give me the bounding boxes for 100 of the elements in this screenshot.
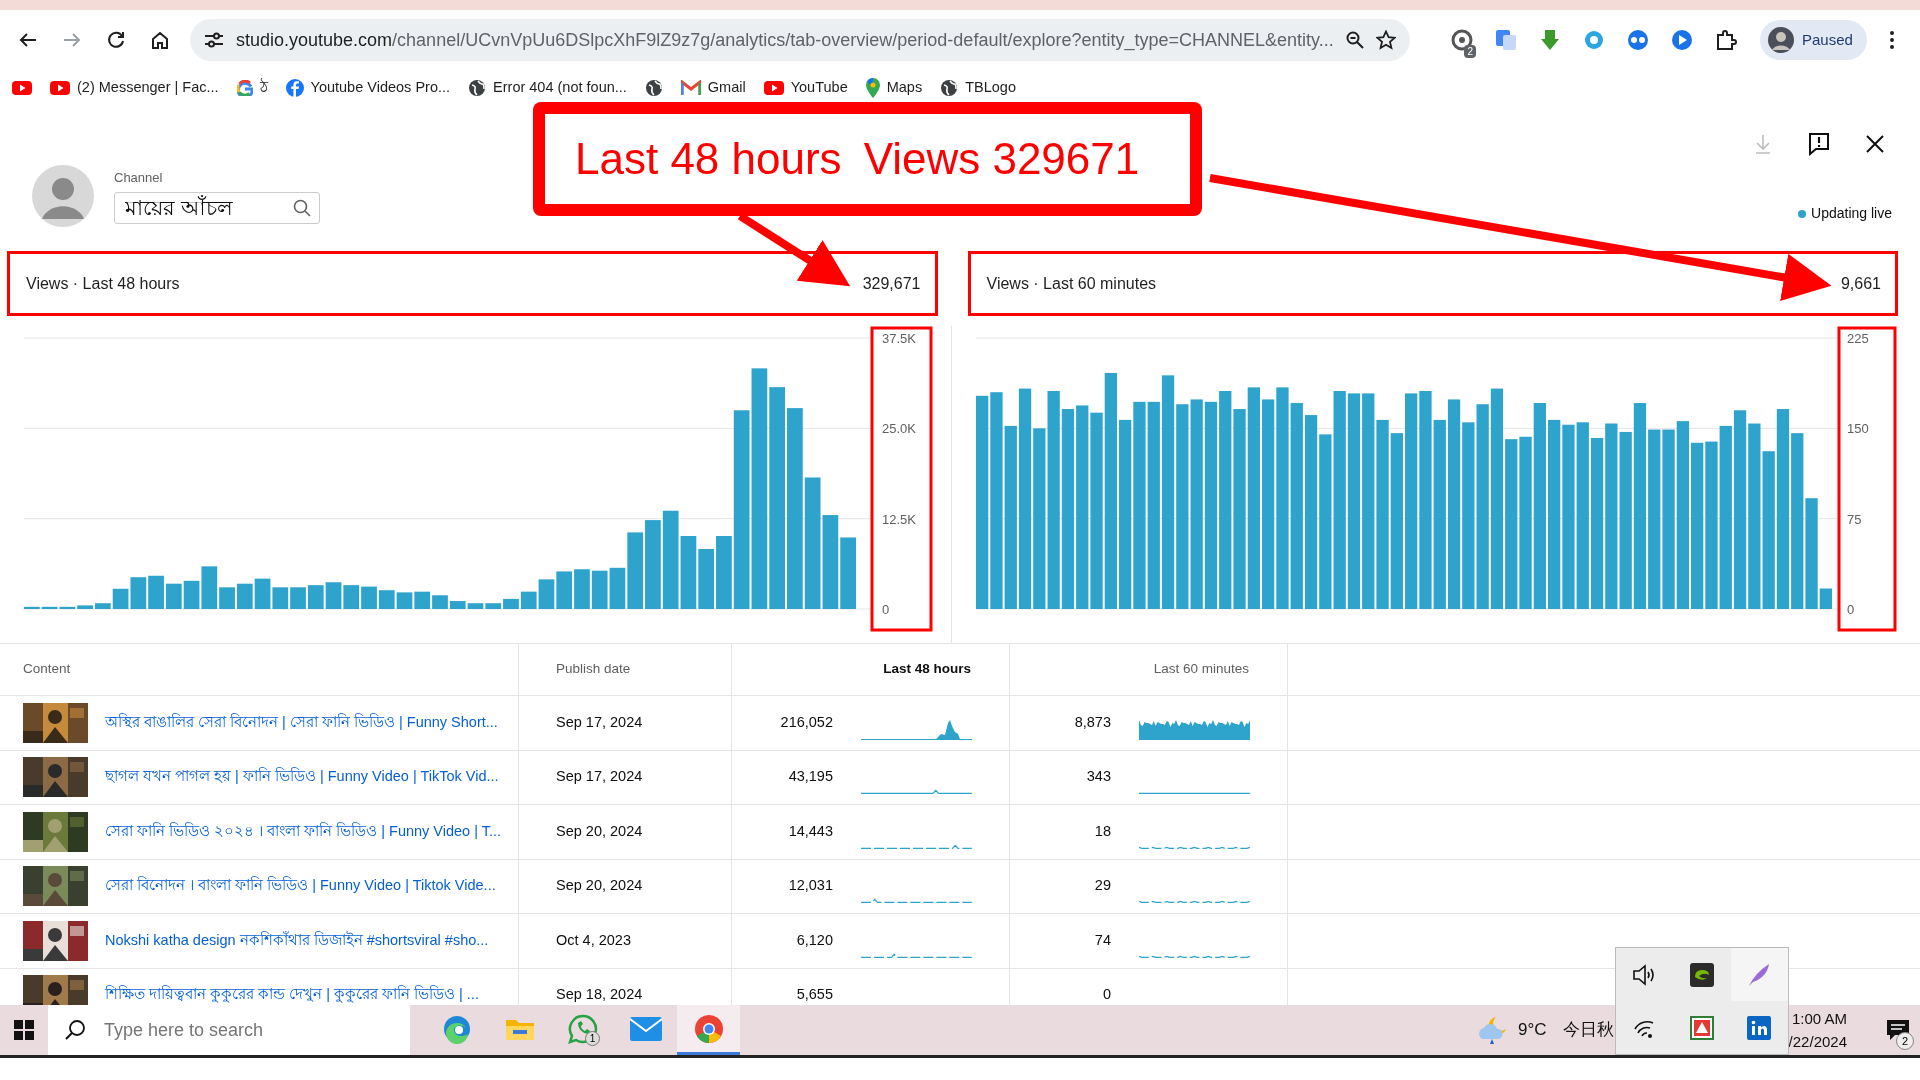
bookmark[interactable]: (2) Messenger | Fac... — [42, 72, 227, 103]
chat-bubble-icon — [567, 1013, 598, 1044]
avatar-icon — [1768, 27, 1794, 53]
swirl-icon — [441, 1013, 472, 1044]
video-title-link[interactable]: সেরা ফানি ভিডিও ২০২৪ । বাংলা ফানি ভিডিও | Funny Video | T... — [105, 820, 502, 843]
bar — [574, 569, 590, 609]
bar — [396, 592, 413, 609]
view-count: 74 — [1093, 930, 1111, 950]
map-pin-icon — [865, 77, 880, 98]
axis-label: 0 — [1847, 602, 1855, 617]
search-icon — [64, 1019, 86, 1041]
column-header[interactable]: Last 48 hours — [883, 659, 971, 680]
publish-date: Sep 20, 2024 — [556, 876, 643, 896]
clock-date: /22/2024 — [1788, 1032, 1847, 1052]
field-label: Channel — [114, 169, 164, 187]
bar — [840, 537, 856, 609]
view-count: 12,031 — [787, 876, 833, 896]
url-text: studio.youtube.com/channel/UCvnVpUu6DSlpcXhF9lZ9z7g/analytics/tab-overview/period-default/explore?entity_type=CHANNEL&entity... — [236, 28, 1334, 53]
publish-date: Oct 4, 2023 — [556, 930, 631, 950]
callout-text: Views 329671 — [863, 133, 1140, 185]
bookmark[interactable]: TBLogo — [932, 72, 1024, 103]
envelope-icon — [680, 80, 701, 95]
globe-icon — [468, 78, 487, 97]
bar — [698, 549, 715, 609]
column-header[interactable]: Content — [23, 659, 71, 680]
play-circle-icon — [1670, 28, 1694, 52]
live-dot-icon — [1798, 209, 1807, 218]
video-title-link[interactable]: শিক্ষিত দায়িত্ববান কুকুরের কান্ড দেখুন | কুকুরের ফানি ভিডিও | ... — [105, 984, 479, 1005]
bookmark[interactable]: Gmail — [672, 72, 754, 103]
bookmark[interactable]: ঠ — [228, 72, 276, 103]
video-title-link[interactable]: Nokshi katha design নকশিকাঁথার ডিজাইন #shortsviral #sho... — [105, 929, 489, 952]
profile-button[interactable]: Paused — [1760, 20, 1867, 60]
view-count: 14,443 — [787, 821, 833, 841]
play-icon — [763, 80, 784, 95]
tune-icon — [204, 31, 224, 49]
temperature-text: 9°C — [1518, 1019, 1547, 1042]
close-icon — [1865, 134, 1885, 154]
bar — [414, 591, 431, 609]
column-header[interactable]: Publish date — [556, 659, 631, 680]
chip-icon — [1690, 962, 1714, 987]
axis-label: 12.5K — [882, 511, 916, 527]
metric-title: Views · Last 60 minutes — [986, 273, 1157, 294]
bar — [343, 585, 360, 609]
translate-icon — [1494, 28, 1518, 52]
arrow-down-icon — [1538, 28, 1562, 52]
publish-date: Sep 17, 2024 — [556, 712, 643, 732]
app-badge: 1 — [585, 1031, 600, 1046]
bookmark[interactable]: Maps — [857, 72, 931, 103]
address-bar[interactable]: studio.youtube.com/channel/UCvnVpUu6DSlpcXhF9lZ9z7g/analytics/tab-overview/period-default/explore?entity_type=CHANNEL&entity... — [190, 19, 1410, 61]
channel-field[interactable]: মায়ের আঁচল — [114, 191, 320, 224]
taskbar-app-button[interactable]: 1 — [551, 1005, 614, 1055]
round-logo-icon — [285, 78, 304, 97]
arrow-right-icon — [63, 32, 81, 48]
publish-date: Sep 17, 2024 — [556, 767, 643, 787]
video-title-link[interactable]: সেরা বিনোদন । বাংলা ফানি ভিডিও | Funny Video | Tiktok Vide... — [105, 875, 496, 898]
channel-input[interactable]: মায়ের আঁচল — [123, 190, 293, 225]
browser-icon — [693, 1013, 724, 1044]
bar — [378, 590, 395, 609]
menu-icon — [1889, 30, 1895, 50]
news-text: 今日秋 — [1562, 1019, 1614, 1042]
home-icon — [151, 31, 169, 49]
bar — [290, 587, 306, 609]
bar — [254, 578, 271, 609]
axis-label: 37.5K — [882, 331, 916, 346]
bar — [165, 583, 182, 609]
view-count: 43,195 — [787, 767, 833, 787]
mail-icon — [629, 1016, 662, 1041]
callout-text: Last 48 hours — [575, 133, 842, 185]
bookmark[interactable]: Youtube Videos Pro... — [277, 72, 459, 103]
status-text: Updating live — [1811, 204, 1892, 223]
axis-label: 25.0K — [882, 421, 916, 437]
glasses-icon — [1626, 28, 1650, 52]
download-icon — [1754, 134, 1772, 154]
video-title-link[interactable]: ছাগল যখন পাগল হয় | ফানি ভিডিও | Funny Video | TikTok Vid... — [105, 766, 499, 789]
bookmark[interactable]: Error 404 (not foun... — [460, 72, 635, 103]
notification-button[interactable]: 2 — [1875, 1005, 1920, 1055]
axis-label: 0 — [882, 602, 890, 617]
view-count: 216,052 — [779, 712, 833, 732]
feedback-icon — [1808, 132, 1830, 156]
view-count: 6,120 — [795, 930, 833, 950]
metric-value: 9,661 — [1840, 273, 1881, 294]
clock-time: 1:00 AM — [1790, 1009, 1847, 1029]
video-title-link[interactable]: অস্থির বাঙালির সেরা বিনোদন | সেরা ফানি ভিডিও | Funny Short... — [105, 711, 498, 734]
taskbar-app-button[interactable] — [677, 1005, 740, 1055]
feather-icon — [1747, 962, 1772, 987]
bookmark[interactable]: YouTube — [755, 72, 856, 103]
bar — [325, 582, 342, 609]
bar — [148, 575, 164, 609]
view-count: 29 — [1093, 876, 1111, 896]
search-input[interactable]: Type here to search — [102, 1015, 402, 1045]
column-header[interactable]: Last 60 minutes — [1153, 659, 1249, 680]
search-field[interactable]: Type here to search — [48, 1005, 410, 1055]
globe-icon — [940, 78, 959, 97]
view-count: 5,655 — [795, 985, 833, 1005]
play-icon — [12, 80, 32, 95]
extension-button[interactable]: 2 — [1442, 20, 1482, 60]
star-icon — [1376, 30, 1396, 50]
zoom-icon — [1346, 31, 1364, 49]
metric-value: 329,671 — [862, 273, 921, 294]
avatar — [32, 165, 94, 227]
